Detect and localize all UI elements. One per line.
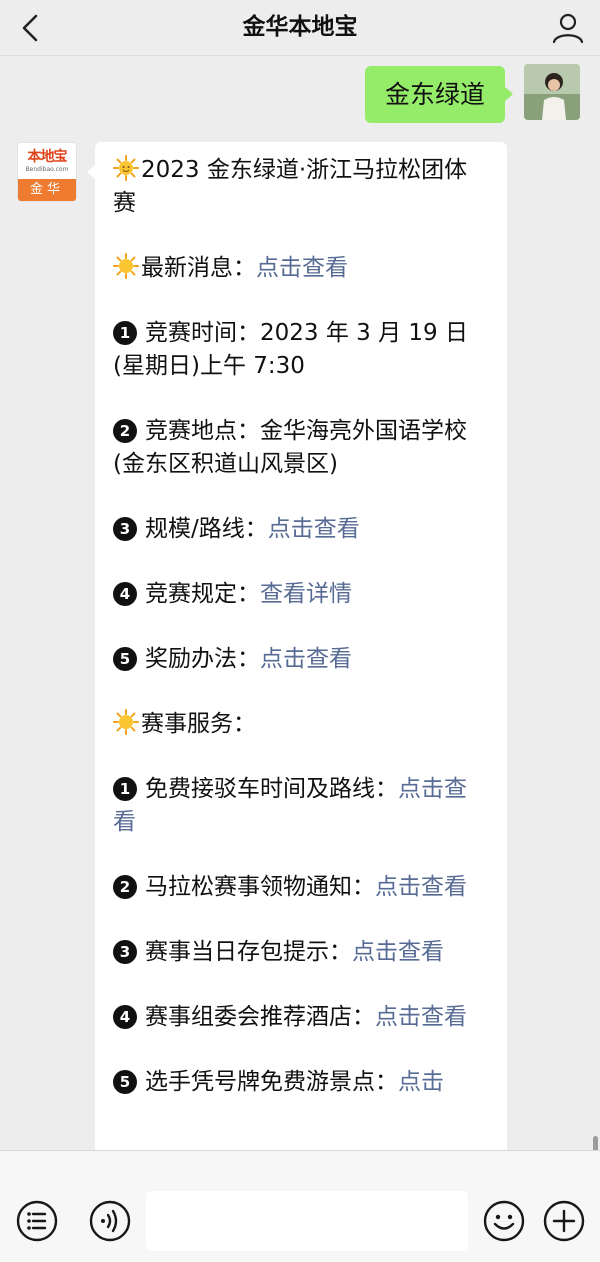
bendibao-logo: 本地宝 Bendibao.com [18, 143, 76, 179]
page-title: 金华本地宝 [242, 14, 358, 40]
list-icon [16, 1200, 58, 1242]
service-item: 3 赛事当日存包提示：点击查看 [113, 936, 489, 969]
message-input[interactable] [146, 1191, 468, 1251]
logo-city-text: 金华 [18, 179, 76, 201]
info-item: 1 竞赛时间：2023 年 3 月 19 日(星期日)上午 7:30 [113, 317, 489, 383]
number-badge: 2 [113, 419, 137, 443]
emoji-button[interactable] [482, 1199, 526, 1243]
number-badge: 5 [113, 1070, 137, 1094]
number-badge: 5 [113, 647, 137, 671]
logo-main-text: 本地宝 [27, 149, 68, 165]
info-item: 2 竞赛地点：金华海亮外国语学校(金东区积道山风景区) [113, 415, 489, 481]
service-item-link[interactable]: 点击查看 [375, 874, 467, 900]
account-avatar[interactable]: 本地宝 Bendibao.com 金华 [17, 142, 77, 202]
number-badge: 1 [113, 777, 137, 801]
incoming-message-bubble: 2023 金东绿道·浙江马拉松团体赛 最新消息：点击查看 1 竞赛时间：2023 … [87, 142, 507, 1152]
service-item-label: 选手凭号牌免费游景点： [145, 1069, 398, 1095]
info-item-label: 竞赛时间：2023 年 3 月 19 日(星期日)上午 7:30 [113, 320, 468, 379]
user-photo [524, 64, 580, 120]
voice-icon [89, 1200, 131, 1242]
info-item-link[interactable]: 点击查看 [260, 646, 352, 672]
info-item: 4 竞赛规定：查看详情 [113, 578, 489, 611]
message-title: 2023 金东绿道·浙江马拉松团体赛 [113, 154, 489, 220]
info-item-label: 规模/路线： [145, 516, 268, 542]
service-item-link[interactable]: 点击查看 [352, 939, 444, 965]
message-title-text: 2023 金东绿道·浙江马拉松团体赛 [113, 157, 468, 216]
top-bar: 金华本地宝 [0, 0, 600, 56]
latest-news-label: 最新消息： [141, 255, 256, 281]
menu-button[interactable] [15, 1199, 59, 1243]
number-badge: 4 [113, 1005, 137, 1029]
bottom-input-bar [0, 1150, 600, 1262]
number-badge: 2 [113, 875, 137, 899]
sun-icon [113, 253, 139, 279]
chevron-left-icon [22, 14, 38, 42]
voice-button[interactable] [88, 1199, 132, 1243]
service-item-label: 赛事当日存包提示： [145, 939, 352, 965]
latest-news-link[interactable]: 点击查看 [256, 255, 348, 281]
number-badge: 3 [113, 517, 137, 541]
info-item-link[interactable]: 点击查看 [268, 516, 360, 542]
service-item: 4 赛事组委会推荐酒店：点击查看 [113, 1001, 489, 1034]
outgoing-message-bubble[interactable]: 金东绿道 [364, 66, 514, 123]
service-item-link[interactable]: 点击 [398, 1069, 444, 1095]
service-item-link[interactable]: 点击查看 [375, 1004, 467, 1030]
service-title-row: 赛事服务： [113, 708, 489, 741]
plus-icon [543, 1200, 585, 1242]
add-button[interactable] [542, 1199, 586, 1243]
service-item: 5 选手凭号牌免费游景点：点击 [113, 1066, 489, 1099]
number-badge: 3 [113, 940, 137, 964]
logo-sub-text: Bendibao.com [25, 166, 69, 173]
service-item-label: 赛事组委会推荐酒店： [145, 1004, 375, 1030]
sun-icon [113, 709, 139, 735]
latest-news-row: 最新消息：点击查看 [113, 252, 489, 285]
info-item: 3 规模/路线：点击查看 [113, 513, 489, 546]
person-icon [552, 13, 584, 44]
info-item-label: 竞赛地点：金华海亮外国语学校(金东区积道山风景区) [113, 418, 467, 477]
profile-button[interactable] [548, 8, 588, 48]
service-item-label: 马拉松赛事领物通知： [145, 874, 375, 900]
info-item-label: 竞赛规定： [145, 581, 260, 607]
user-avatar[interactable] [524, 64, 580, 120]
number-badge: 4 [113, 582, 137, 606]
service-title-text: 赛事服务： [141, 711, 256, 737]
sun-icon [113, 155, 139, 181]
service-item: 2 马拉松赛事领物通知：点击查看 [113, 871, 489, 904]
number-badge: 1 [113, 321, 137, 345]
smiley-icon [483, 1200, 525, 1242]
info-item-label: 奖励办法： [145, 646, 260, 672]
back-button[interactable] [14, 10, 50, 46]
service-item-label: 免费接驳车时间及路线： [145, 776, 398, 802]
info-item: 5 奖励办法：点击查看 [113, 643, 489, 676]
service-item: 1 免费接驳车时间及路线：点击查看 [113, 773, 489, 839]
info-item-link[interactable]: 查看详情 [260, 581, 352, 607]
chat-area[interactable]: 金东绿道 本地宝 Bendibao.com 金华 2023 金东绿道·浙江马拉松… [0, 56, 600, 1152]
